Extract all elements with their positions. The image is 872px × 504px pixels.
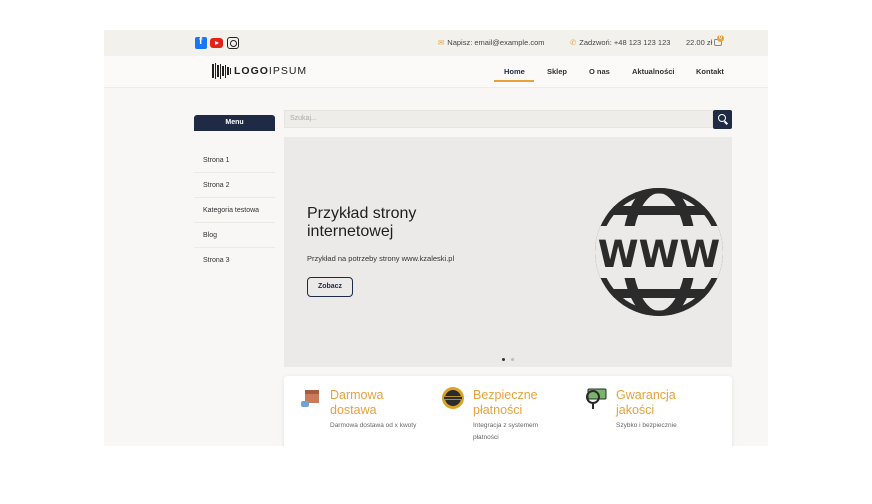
phone-text: Zadzwoń: +48 123 123 123	[579, 38, 671, 47]
site-logo[interactable]: LOGOIPSUM	[212, 63, 307, 79]
money-magnifier-icon	[586, 388, 607, 409]
hero-slider: Przykład strony internetowej Przykład na…	[284, 137, 732, 367]
hero-cta-button[interactable]: Zobacz	[307, 277, 353, 297]
sidebar-item-kategoria-testowa[interactable]: Kategoria testowa	[194, 198, 275, 223]
globe-text: WWW	[598, 233, 720, 276]
feature-title-payments: Bezpieczne płatności	[473, 388, 538, 417]
instagram-icon[interactable]	[227, 37, 239, 49]
logo-text: LOGOIPSUM	[234, 65, 308, 77]
nav-aktualnosci[interactable]: Aktualności	[632, 67, 675, 76]
search-placeholder: Szukaj...	[290, 115, 317, 122]
search-input[interactable]: Szukaj...	[284, 110, 713, 128]
site-header: LOGOIPSUM Home Sklep O nas Aktualności K…	[104, 56, 768, 88]
email-text: Napisz: email@example.com	[447, 38, 545, 47]
sidebar-item-strona-1[interactable]: Strona 1	[194, 148, 275, 173]
feature-title-delivery: Darmowa dostawa	[330, 388, 384, 417]
top-bar: ✉Napisz: email@example.com ✆Zadzwoń: +48…	[104, 30, 768, 56]
sidebar-item-strona-2[interactable]: Strona 2	[194, 173, 275, 198]
feature-desc-quality: Szybko i bezpiecznie	[616, 422, 677, 429]
feature-title-quality: Gwarancja jakości	[616, 388, 676, 417]
nav-o-nas[interactable]: O nas	[589, 67, 610, 76]
email-contact[interactable]: ✉ Napisz: email@example.com	[438, 38, 545, 47]
feature-desc-payments: Integracja z systemem płatności	[473, 422, 539, 441]
features-bar: Darmowa dostawa Darmowa dostawa od x kwo…	[284, 376, 732, 446]
www-globe-icon: WWW	[595, 188, 723, 316]
cart-count-badge: 0	[717, 35, 724, 42]
page-frame: ✉Napisz: email@example.com ✆Zadzwoń: +48…	[104, 30, 768, 446]
sidebar-item-strona-3[interactable]: Strona 3	[194, 248, 275, 273]
sidebar-item-blog[interactable]: Blog	[194, 223, 275, 248]
hero-subtitle: Przykład na potrzeby strony www.kzaleski…	[307, 254, 455, 263]
nav-home[interactable]: Home	[504, 67, 525, 76]
delivery-box-icon	[301, 390, 319, 407]
feature-desc-delivery: Darmowa dostawa od x kwoty	[330, 422, 417, 429]
quality-badge-icon	[442, 387, 464, 409]
envelope-icon: ✉	[438, 38, 445, 47]
slider-dot-2[interactable]	[511, 358, 514, 361]
sidebar-title: Menu	[194, 115, 275, 131]
slider-dot-1[interactable]	[502, 358, 505, 361]
youtube-icon[interactable]	[210, 38, 223, 48]
phone-contact[interactable]: ✆ Zadzwoń: +48 123 123 123	[570, 38, 670, 47]
nav-kontakt[interactable]: Kontakt	[696, 67, 724, 76]
facebook-icon[interactable]	[195, 36, 207, 49]
phone-icon: ✆	[570, 38, 577, 47]
nav-sklep[interactable]: Sklep	[547, 67, 567, 76]
cart-total[interactable]: 22.00 zł	[686, 38, 712, 47]
search-button[interactable]	[713, 110, 732, 129]
nav-active-indicator	[494, 80, 534, 82]
logo-mark-icon	[212, 63, 231, 79]
hero-title: Przykład strony internetowej	[307, 205, 417, 240]
